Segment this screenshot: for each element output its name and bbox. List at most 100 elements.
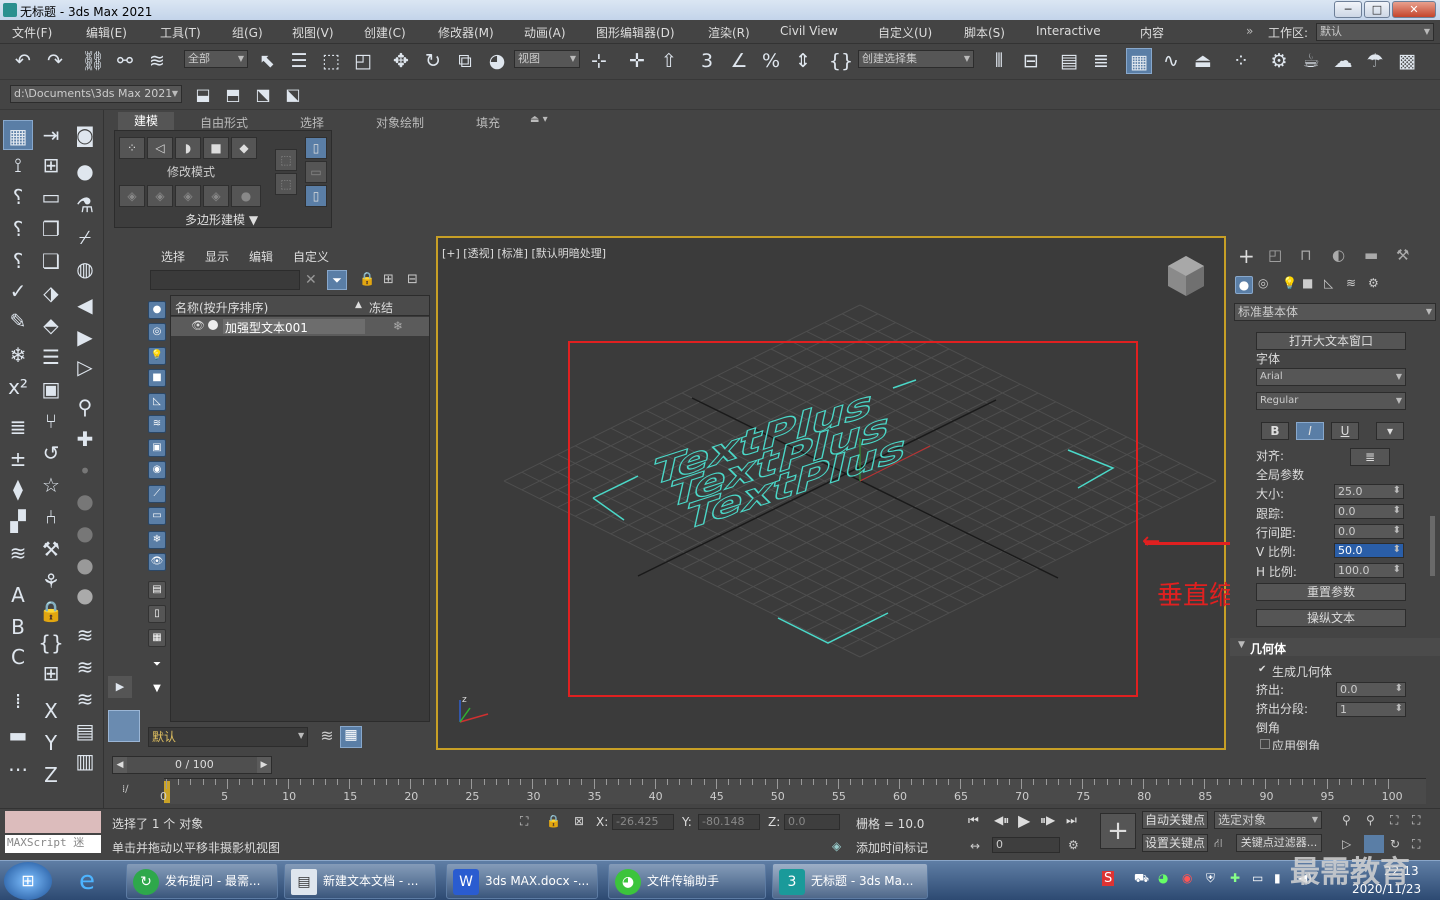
brush2-icon[interactable]: ⌿ xyxy=(70,222,100,252)
text-a-icon[interactable]: A xyxy=(3,580,33,610)
play2-icon[interactable]: ▶ xyxy=(70,322,100,352)
apply-bevel-checkbox[interactable] xyxy=(1260,739,1270,749)
menu-modifiers[interactable]: 修改器(M) xyxy=(438,24,494,41)
hidden-filter-icon[interactable]: 👁 xyxy=(148,553,166,571)
gen-geometry-checkbox[interactable]: ✔ xyxy=(1258,664,1266,675)
create-tab-icon[interactable]: + xyxy=(1238,244,1255,268)
scene-search-input[interactable] xyxy=(150,270,300,290)
sphere-icon[interactable]: ● xyxy=(70,156,100,186)
x-axis-icon[interactable]: X xyxy=(36,696,66,726)
cube-icon[interactable]: ⬘ xyxy=(36,310,66,340)
project-settings-icon[interactable]: ⬕ xyxy=(280,82,306,108)
dots-icon[interactable]: ⋯ xyxy=(3,754,33,784)
leading-spinner[interactable]: 0.0 xyxy=(1334,524,1404,539)
menu-view[interactable]: 视图(V) xyxy=(292,24,334,41)
utilities-tab-icon[interactable]: ⚒ xyxy=(1396,246,1409,264)
spacewarps-icon[interactable]: ≋ xyxy=(1346,276,1356,290)
funnel-icon[interactable]: ▼ xyxy=(148,681,166,699)
ime-icon[interactable]: S xyxy=(1102,871,1115,886)
cameras-icon[interactable]: ■ xyxy=(1302,276,1313,290)
add-layer-icon[interactable]: ± xyxy=(3,444,33,474)
isolate-icon[interactable]: ⛶ xyxy=(520,814,528,829)
wrench-icon[interactable]: ⚲ xyxy=(70,392,100,422)
z-axis-icon[interactable]: Z xyxy=(36,760,66,790)
set-project-icon[interactable]: ⬓ xyxy=(190,82,216,108)
a360-icon[interactable]: ▩ xyxy=(1394,48,1420,74)
film-icon[interactable]: ▷ xyxy=(70,352,100,382)
ribbon-btn-5[interactable]: ● xyxy=(231,185,261,207)
stack3-icon[interactable]: ≋ xyxy=(70,620,100,650)
time-tag-icon[interactable]: ◈ xyxy=(832,839,841,853)
abs-mode-icon[interactable]: ⊠ xyxy=(574,814,584,828)
align-button[interactable]: ≣ xyxy=(1350,448,1390,466)
menu-tools[interactable]: 工具(T) xyxy=(160,24,201,41)
minimize-button[interactable]: ─ xyxy=(1334,1,1362,18)
set-key-big-icon[interactable]: + xyxy=(1100,813,1136,849)
braces-icon[interactable]: {} xyxy=(36,628,66,658)
menu-group[interactable]: 组(G) xyxy=(232,24,263,41)
grid-lock-icon[interactable]: ⊞ xyxy=(36,658,66,688)
vscale-spinner[interactable]: 50.0 xyxy=(1334,543,1404,558)
visibility-eye-icon[interactable]: 👁 xyxy=(191,319,205,332)
y-coord-field[interactable]: -80.148 xyxy=(698,814,760,830)
ribbon-btn-1[interactable]: ◈ xyxy=(119,185,145,207)
column-freeze-header[interactable]: 冻结 xyxy=(369,299,393,316)
network-icon[interactable]: ▮ xyxy=(1274,871,1281,885)
lights-icon[interactable]: 💡 xyxy=(1282,276,1297,290)
viewport-layout-icon[interactable] xyxy=(108,710,140,742)
workspace-expand-icon[interactable]: » xyxy=(1246,24,1253,38)
spinner-snap-icon[interactable]: ⇕ xyxy=(790,48,816,74)
menu-customize[interactable]: 自定义(U) xyxy=(878,24,932,41)
time-slider[interactable]: ◀ 0 / 100 ▶ xyxy=(112,756,272,774)
keyboard-shortcut-icon[interactable]: ⇧ xyxy=(656,48,682,74)
filter-icon[interactable]: ⏷ xyxy=(327,270,347,290)
project-path-dropdown[interactable]: d:\Documents\3ds Max 2021 xyxy=(10,85,182,103)
render-cloud-icon[interactable]: ☂ xyxy=(1362,48,1388,74)
hook-icon[interactable]: ⸮ xyxy=(3,214,33,244)
z-coord-field[interactable]: 0.0 xyxy=(784,814,840,830)
ribbon-tab-modeling[interactable]: 建模 xyxy=(118,112,174,130)
unlink-icon[interactable]: ⚯ xyxy=(112,48,138,74)
display-none-icon[interactable]: ▯ xyxy=(148,605,166,623)
maximize-button[interactable]: □ xyxy=(1364,1,1390,18)
snaps-toggle-icon[interactable]: 3 xyxy=(694,48,720,74)
helpers-icon[interactable]: ◺ xyxy=(1324,276,1333,290)
ribbon-btn-2[interactable]: ◈ xyxy=(147,185,173,207)
font-style-dropdown[interactable]: Regular xyxy=(1256,392,1406,410)
expand-left-icon[interactable]: ▶ xyxy=(108,676,132,698)
layer-dropdown[interactable]: 默认 xyxy=(148,727,308,747)
edit-named-sets-icon[interactable]: {} xyxy=(828,48,854,74)
lock-scene-icon[interactable]: 🔒 xyxy=(359,272,375,287)
copy-icon[interactable]: ❐ xyxy=(36,214,66,244)
maxscript-listener[interactable] xyxy=(5,811,101,833)
display-invert-icon[interactable]: ▦ xyxy=(148,629,166,647)
paint-select-icon[interactable]: ⸮ xyxy=(3,182,33,212)
align-icon[interactable]: ⊟ xyxy=(1018,48,1044,74)
hierarchy-tab-icon[interactable]: ⊓ xyxy=(1300,246,1312,264)
cross-icon[interactable]: ✚ xyxy=(70,424,100,454)
view-icon[interactable]: ◙ xyxy=(70,120,100,150)
xp-icon[interactable]: x² xyxy=(3,372,33,402)
scene-explorer-icon[interactable]: ▤ xyxy=(1056,48,1082,74)
rotate-icon[interactable]: ↻ xyxy=(420,48,446,74)
menu-scripting[interactable]: 脚本(S) xyxy=(964,24,1005,41)
mirror-icon[interactable]: ⫴ xyxy=(986,48,1012,74)
track-bar[interactable]: 0 5 10 15 20 25 30 35 40 45 50 55 60 65 70 75 80 85 90 95 10… xyxy=(160,778,1426,804)
ribbon-btn-7[interactable]: ⬚ xyxy=(275,173,297,195)
font-family-dropdown[interactable]: Arial xyxy=(1256,368,1406,386)
menu-civil-view[interactable]: Civil View xyxy=(780,24,838,38)
window-crossing-icon[interactable]: ◰ xyxy=(350,48,376,74)
play-button-icon[interactable]: ▶ xyxy=(1018,811,1030,830)
manipulate-text-button[interactable]: 操纵文本 xyxy=(1256,609,1406,627)
add-time-tag[interactable]: 添加时间标记 xyxy=(856,839,928,856)
ie-icon[interactable]: e xyxy=(62,865,112,897)
named-selection-dropdown[interactable]: 创建选择集 xyxy=(858,50,974,68)
ribbon-btn-3[interactable]: ◈ xyxy=(175,185,201,207)
snowflake-icon[interactable]: ❄ xyxy=(3,340,33,370)
doc-icon[interactable]: ▤ xyxy=(70,716,100,746)
list-icon[interactable]: ☰ xyxy=(36,342,66,372)
menu-content[interactable]: 内容 xyxy=(1140,24,1164,41)
wand-icon[interactable]: ⚒ xyxy=(36,534,66,564)
tray-icon-6[interactable]: ▭ xyxy=(1252,871,1263,885)
layer-explorer-icon[interactable]: ≣ xyxy=(1088,48,1114,74)
